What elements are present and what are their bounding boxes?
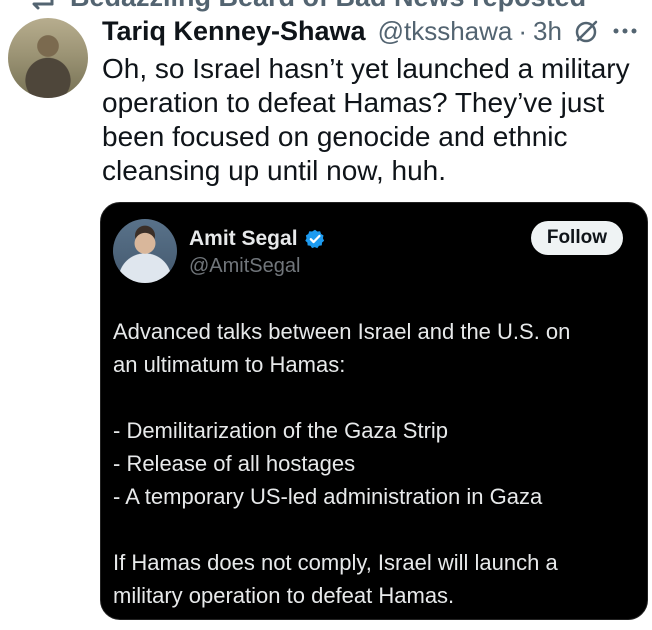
more-icon[interactable] xyxy=(608,17,642,45)
quoted-text-line: - A temporary US-led administration in G… xyxy=(113,484,543,509)
avatar[interactable] xyxy=(8,18,88,98)
repost-text: Bedazzling Beard of Bad News reposted xyxy=(70,0,586,13)
grok-slash-icon[interactable] xyxy=(572,18,600,46)
author-display-name[interactable]: Tariq Kenney-Shawa xyxy=(102,16,366,47)
quoted-text-line: Advanced talks between Israel and the U.… xyxy=(113,319,571,344)
author-handle-time: @tksshawa · 3h xyxy=(378,16,562,47)
quoted-author-display-name[interactable]: Amit Segal xyxy=(189,227,298,251)
quoted-author-name-row: Amit Segal xyxy=(189,227,326,251)
tweet-time[interactable]: 3h xyxy=(533,16,562,47)
quoted-tweet-text: Advanced talks between Israel and the U.… xyxy=(113,315,633,612)
quoted-text-line xyxy=(113,381,633,414)
quoted-text-line: an ultimatum to Hamas: xyxy=(113,352,346,377)
author-handle[interactable]: @tksshawa xyxy=(378,16,513,47)
quoted-author-handle[interactable]: @AmitSegal xyxy=(189,255,300,278)
time-separator: · xyxy=(518,15,528,46)
quoted-text-line: military operation to defeat Hamas. xyxy=(113,583,455,608)
quoted-text-line: - Demilitarization of the Gaza Strip xyxy=(113,418,449,443)
repost-icon xyxy=(20,0,60,10)
repost-indicator: Bedazzling Beard of Bad News reposted xyxy=(20,0,586,12)
quoted-text-line: If Hamas does not comply, Israel will la… xyxy=(113,550,558,575)
quoted-author-avatar[interactable] xyxy=(113,219,177,283)
quoted-tweet-card[interactable]: Amit Segal @AmitSegal Follow Advanced ta… xyxy=(100,202,648,620)
tweet-text: Oh, so Israel hasn’t yet launched a mili… xyxy=(102,53,630,186)
follow-button[interactable]: Follow xyxy=(530,221,623,255)
verified-badge-icon xyxy=(304,228,326,250)
quoted-text-line: - Release of all hostages xyxy=(113,451,356,476)
tweet-header: Tariq Kenney-Shawa @tksshawa · 3h xyxy=(102,14,642,48)
quoted-text-line xyxy=(113,513,633,546)
